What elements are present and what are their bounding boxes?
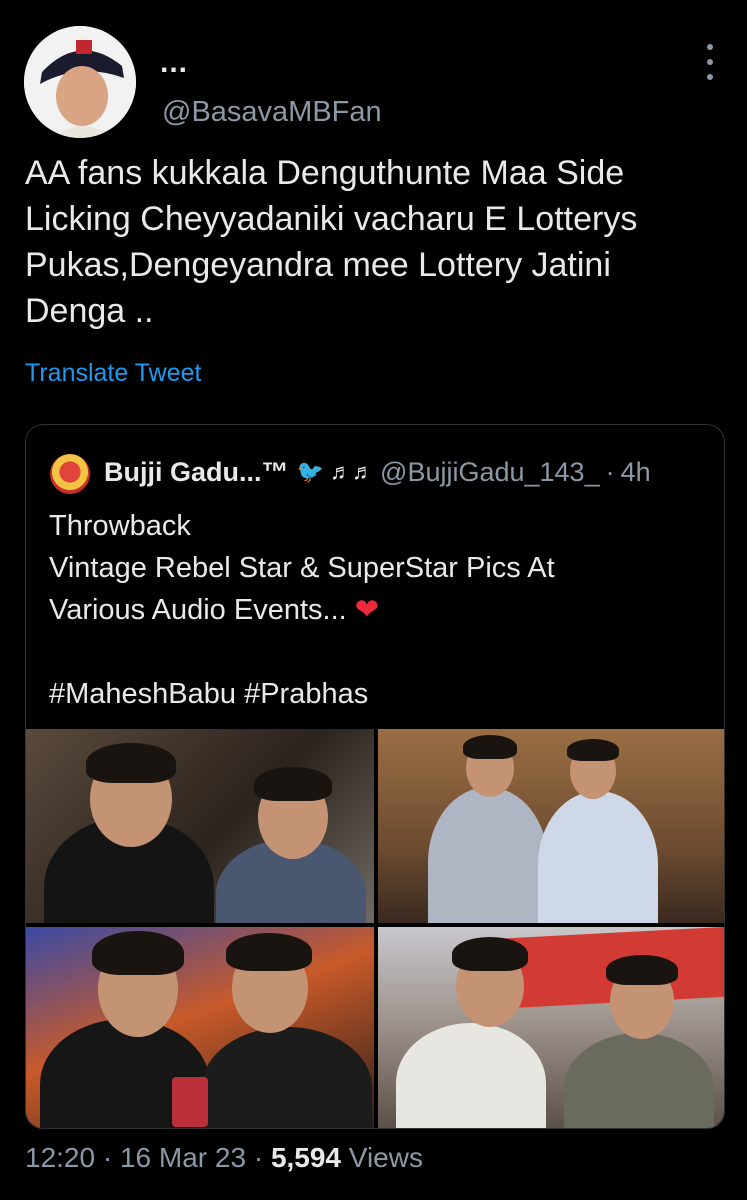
translate-tweet-link[interactable]: Translate Tweet: [25, 359, 201, 388]
tweet-date[interactable]: 16 Mar 23: [120, 1142, 246, 1173]
dot-separator: ·: [605, 456, 615, 487]
author-display-name[interactable]: ...: [160, 48, 188, 78]
quoted-author-name[interactable]: Bujji Gadu...™: [104, 457, 289, 488]
quoted-tweet-time[interactable]: 4h: [621, 457, 651, 488]
quoted-author-handle[interactable]: @BujjiGadu_143_: [380, 457, 600, 488]
meta-separator: ·: [95, 1142, 120, 1173]
quoted-tweet-header: Bujji Gadu...™ 🐦 ♬♬ @BujjiGadu_143_ · 4h: [104, 452, 651, 492]
quoted-name-emoji: 🐦 ♬♬: [296, 459, 375, 484]
quoted-tweet-card[interactable]: Bujji Gadu...™ 🐦 ♬♬ @BujjiGadu_143_ · 4h…: [25, 424, 725, 1129]
meta-separator: ·: [246, 1142, 271, 1173]
views-label: Views: [341, 1142, 423, 1173]
heart-emoji-icon: ❤: [354, 594, 380, 626]
author-avatar[interactable]: [24, 26, 136, 138]
tweet-meta: 12:20 · 16 Mar 23 · 5,594 Views: [25, 1142, 423, 1174]
quoted-hashtags[interactable]: #MaheshBabu #Prabhas: [49, 678, 368, 710]
more-options-icon[interactable]: [697, 44, 723, 80]
photo-3[interactable]: [26, 927, 374, 1128]
tweet-time[interactable]: 12:20: [25, 1142, 95, 1173]
avatar-photo: [24, 26, 136, 138]
photo-1[interactable]: [26, 729, 374, 923]
tweet-text: AA fans kukkala Denguthunte Maa Side Lic…: [25, 154, 638, 330]
quoted-tweet-text: Throwback Vintage Rebel Star & SuperStar…: [49, 505, 709, 715]
photo-4[interactable]: [378, 927, 724, 1128]
author-handle[interactable]: @BasavaMBFan: [162, 96, 382, 129]
photo-2[interactable]: [378, 729, 724, 923]
views-count[interactable]: 5,594: [271, 1142, 341, 1173]
quoted-tweet-body: Throwback Vintage Rebel Star & SuperStar…: [49, 510, 555, 626]
quoted-author-avatar[interactable]: [50, 454, 90, 494]
